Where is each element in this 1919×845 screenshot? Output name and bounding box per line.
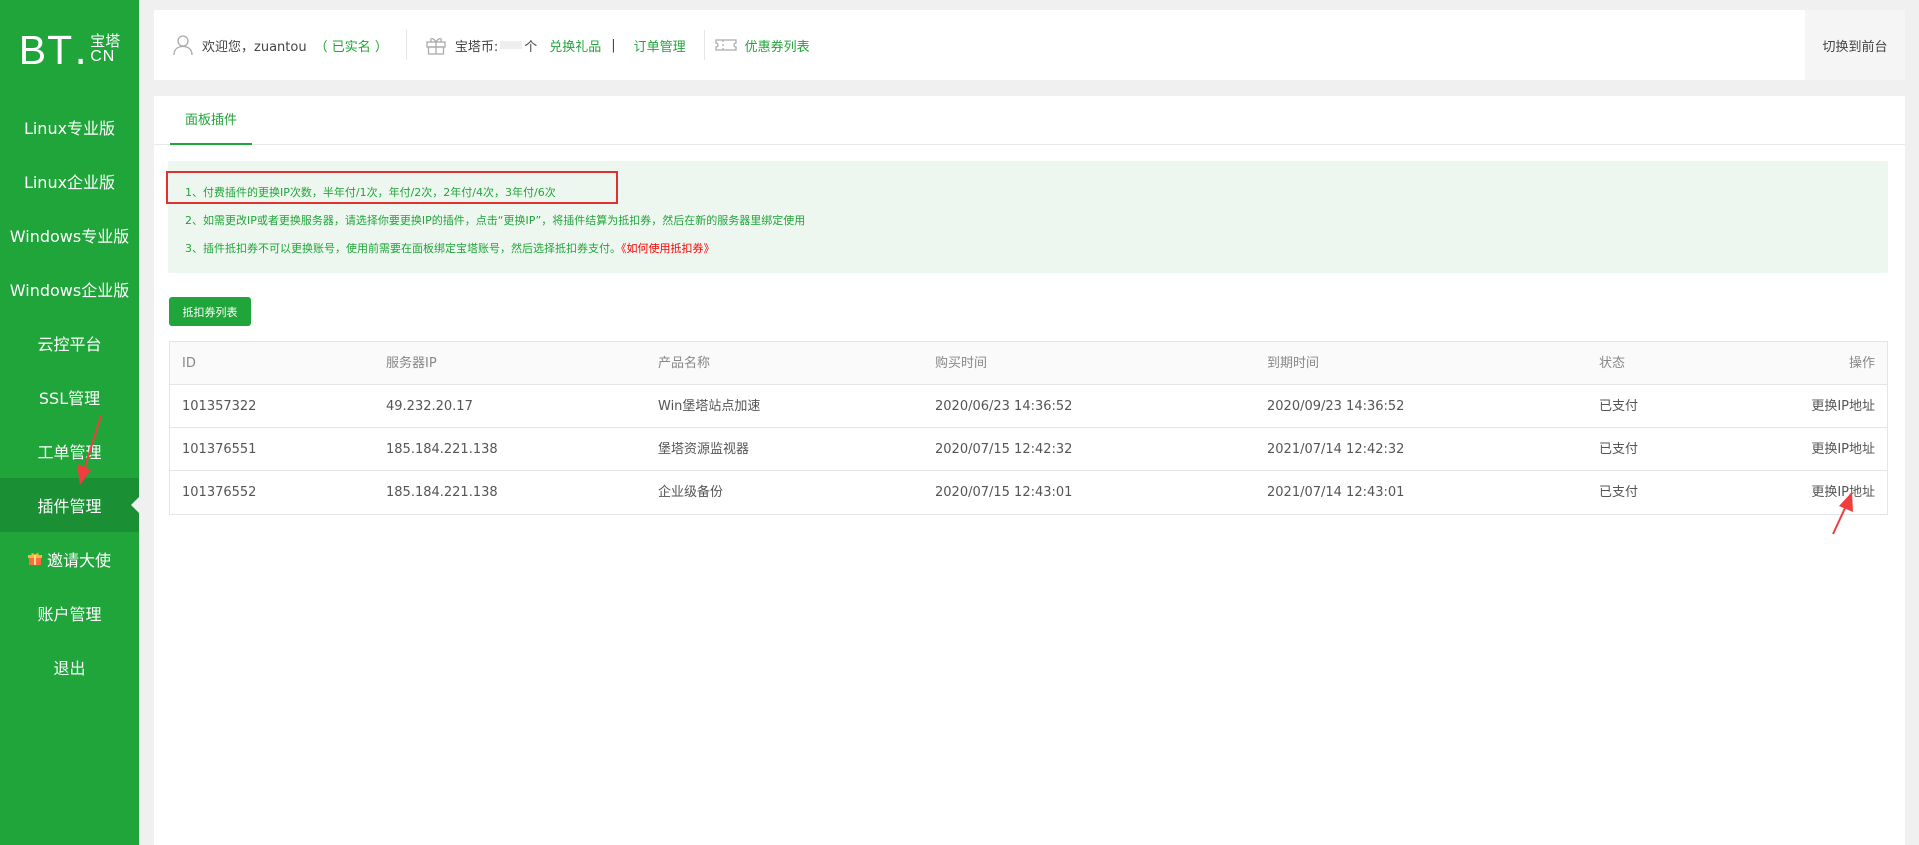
cell-buy-time: 2020/07/15 12:43:01 <box>935 485 1073 500</box>
col-header-status: 状态 <box>1599 356 1626 371</box>
col-header-buy-time: 购买时间 <box>935 356 988 371</box>
cell-expire-time: 2021/07/14 12:43:01 <box>1267 485 1405 500</box>
cell-id: 101376552 <box>182 485 257 500</box>
sidebar-item-linux-enterprise[interactable]: Linux企业版 <box>0 154 139 208</box>
header-divider <box>703 30 705 60</box>
col-header-expire-time: 到期时间 <box>1267 356 1320 371</box>
cell-id: 101376551 <box>182 442 257 457</box>
sidebar-item-label: 退出 <box>53 659 86 678</box>
sidebar-item-label: 账户管理 <box>37 605 102 624</box>
col-header-ip: 服务器IP <box>386 356 437 371</box>
gift-icon <box>27 552 42 566</box>
cell-product: 堡塔资源监视器 <box>658 442 750 457</box>
logo-cn-bottom: CN <box>90 48 116 66</box>
sidebar-item-logout[interactable]: 退出 <box>0 640 139 694</box>
table-row: 101357322 49.232.20.17 Win堡塔站点加速 2020/06… <box>170 385 1887 428</box>
realname-badge: （ 已实名 ） <box>314 39 388 55</box>
sidebar-item-label: Linux专业版 <box>23 119 116 138</box>
order-manage-link[interactable]: 订单管理 <box>634 36 686 55</box>
logo-cn-top: 宝塔 <box>90 31 121 50</box>
cell-ip: 49.232.20.17 <box>386 399 473 414</box>
coins-group: 宝塔币: 个 兑换礼品 | 订单管理 <box>425 10 686 80</box>
sidebar-item-label: Windows企业版 <box>9 281 130 300</box>
sidebar-item-label: Linux企业版 <box>23 173 116 192</box>
cell-product: Win堡塔站点加速 <box>658 399 761 414</box>
notice-line-3: 3、插件抵扣券不可以更换账号，使用前需要在面板绑定宝塔账号，然后选择抵扣券支付。… <box>185 240 715 256</box>
sidebar-item-ssl[interactable]: SSL管理 <box>0 370 139 424</box>
header-pipe: | <box>611 37 616 53</box>
coupon-list-button[interactable]: 抵扣券列表 <box>169 297 251 326</box>
cell-status: 已支付 <box>1599 485 1639 500</box>
switch-to-frontend-button[interactable]: 切换到前台 <box>1805 10 1905 80</box>
notice-line-2: 2、如需更改IP或者更换服务器，请选择你要更换IP的插件，点击“更换IP”，将插… <box>185 214 806 227</box>
user-icon <box>172 34 194 56</box>
cell-product: 企业级备份 <box>658 485 724 500</box>
change-ip-link[interactable]: 更换IP地址 <box>1811 385 1875 428</box>
coupon-group: 优惠券列表 <box>715 10 810 80</box>
cell-ip: 185.184.221.138 <box>386 442 498 457</box>
sidebar-item-windows-pro[interactable]: Windows专业版 <box>0 208 139 262</box>
cell-expire-time: 2020/09/23 14:36:52 <box>1267 399 1405 414</box>
coupon-list-link[interactable]: 优惠券列表 <box>745 36 810 55</box>
col-header-product: 产品名称 <box>658 356 711 371</box>
sidebar-item-account[interactable]: 账户管理 <box>0 586 139 640</box>
tab-panel-plugins[interactable]: 面板插件 <box>170 96 253 145</box>
sidebar-item-tickets[interactable]: 工单管理 <box>0 424 139 478</box>
change-ip-link[interactable]: 更换IP地址 <box>1811 428 1875 471</box>
main-content: 面板插件 1、付费插件的更换IP次数，半年付/1次，年付/2次，2年付/4次，3… <box>154 96 1905 845</box>
sidebar-item-label: 插件管理 <box>37 497 102 516</box>
sidebar-item-plugins[interactable]: 插件管理 <box>0 478 139 532</box>
cell-buy-time: 2020/06/23 14:36:52 <box>935 399 1073 414</box>
sidebar-item-label: Windows专业版 <box>9 227 130 246</box>
logo-dot: . <box>74 25 88 74</box>
cell-id: 101357322 <box>182 399 257 414</box>
coins-value-masked <box>500 41 523 49</box>
welcome-group: 欢迎您，zuantou （ 已实名 ） <box>154 10 388 80</box>
logo-cn: 宝塔 CN <box>90 31 121 67</box>
sidebar-item-windows-enterprise[interactable]: Windows企业版 <box>0 262 139 316</box>
how-to-use-coupon-link[interactable]: 《如何使用抵扣券》 <box>621 242 715 255</box>
sidebar-nav: Linux专业版 Linux企业版 Windows专业版 Windows企业版 … <box>0 100 139 694</box>
header-divider <box>405 30 407 60</box>
sidebar-item-label: 邀请大使 <box>46 551 111 570</box>
annotation-highlight-box <box>166 171 618 204</box>
welcome-text: 欢迎您，zuantou <box>202 39 307 55</box>
sidebar-item-label: SSL管理 <box>38 389 101 408</box>
cell-status: 已支付 <box>1599 399 1639 414</box>
tab-bar: 面板插件 <box>154 96 1905 145</box>
sidebar-item-cloud-control[interactable]: 云控平台 <box>0 316 139 370</box>
coins-unit: 个 <box>524 39 538 55</box>
exchange-gift-link[interactable]: 兑换礼品 <box>549 36 601 55</box>
cell-ip: 185.184.221.138 <box>386 485 498 500</box>
cell-expire-time: 2021/07/14 12:42:32 <box>1267 442 1405 457</box>
sidebar-item-label: 工单管理 <box>37 443 102 462</box>
coins-label: 宝塔币: <box>454 39 499 55</box>
logo-bt-text: BT <box>18 26 74 73</box>
ticket-icon <box>715 34 737 56</box>
sidebar: BT . 宝塔 CN Linux专业版 Linux企业版 Windows专业版 … <box>0 0 139 845</box>
col-header-action: 操作 <box>1848 356 1875 371</box>
bt-logo[interactable]: BT . 宝塔 CN <box>0 0 139 100</box>
change-ip-link[interactable]: 更换IP地址 <box>1811 471 1875 514</box>
table-row: 101376552 185.184.221.138 企业级备份 2020/07/… <box>170 471 1887 514</box>
notice-line-3-text: 3、插件抵扣券不可以更换账号，使用前需要在面板绑定宝塔账号，然后选择抵扣券支付。 <box>185 242 621 255</box>
plugin-table: ID 服务器IP 产品名称 购买时间 到期时间 状态 操作 101357322 … <box>169 341 1888 515</box>
table-header-row: ID 服务器IP 产品名称 购买时间 到期时间 状态 操作 <box>170 342 1887 385</box>
sidebar-item-linux-pro[interactable]: Linux专业版 <box>0 100 139 154</box>
top-header: 欢迎您，zuantou （ 已实名 ） 宝塔币: 个 兑换礼品 | 订单管理 优… <box>154 10 1905 80</box>
gift-box-icon <box>425 34 447 56</box>
cell-buy-time: 2020/07/15 12:42:32 <box>935 442 1073 457</box>
table-row: 101376551 185.184.221.138 堡塔资源监视器 2020/0… <box>170 428 1887 471</box>
col-header-id: ID <box>182 356 196 371</box>
sidebar-item-label: 云控平台 <box>37 335 102 354</box>
cell-status: 已支付 <box>1599 442 1639 457</box>
sidebar-item-invite[interactable]: 邀请大使 <box>0 532 139 586</box>
